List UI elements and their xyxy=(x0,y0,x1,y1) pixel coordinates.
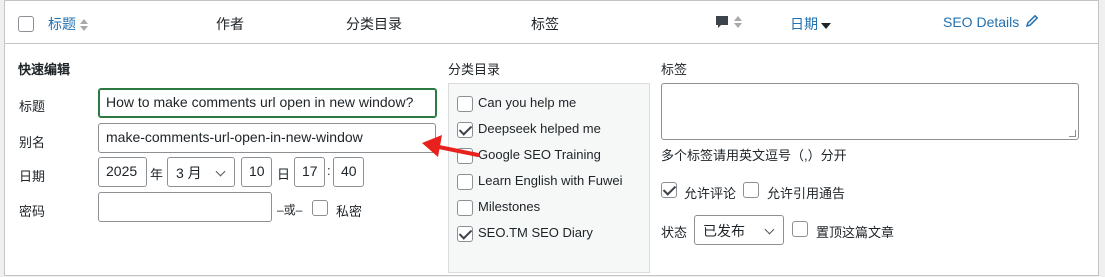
day-unit: 日 xyxy=(277,167,291,182)
categories-label: 分类目录 xyxy=(448,62,501,77)
or-text: –或– xyxy=(277,203,303,217)
year-input[interactable]: 2025 xyxy=(98,157,147,187)
category-checkbox[interactable] xyxy=(457,173,473,190)
table-header: 标题 作者 分类目录 标签 日期 SEO Details xyxy=(5,1,1098,44)
category-item[interactable]: Milestones xyxy=(457,199,540,216)
category-label: Deepseek helped me xyxy=(478,121,601,136)
resize-handle-icon[interactable] xyxy=(1069,130,1076,137)
sticky-label: 置顶这篇文章 xyxy=(816,225,895,240)
category-checkbox[interactable] xyxy=(457,225,473,242)
tags-label: 标签 xyxy=(661,62,688,77)
chevron-down-icon xyxy=(764,224,775,235)
category-checkbox[interactable] xyxy=(457,199,473,216)
date-label: 日期 xyxy=(19,169,46,184)
column-author: 作者 xyxy=(216,16,244,32)
column-date-label[interactable]: 日期 xyxy=(790,16,818,32)
title-label: 标题 xyxy=(19,99,46,114)
sort-icon xyxy=(80,19,88,32)
comment-bubble-icon xyxy=(716,16,728,29)
allow-pings-checkbox[interactable] xyxy=(743,182,759,198)
annotation-arrow-icon xyxy=(422,135,480,157)
category-label: Milestones xyxy=(478,199,541,214)
tags-hint: 多个标签请用英文逗号（,）分开 xyxy=(661,148,847,163)
month-select[interactable]: 3 月 xyxy=(167,157,235,187)
column-title-label[interactable]: 标题 xyxy=(48,16,76,32)
sort-icon xyxy=(734,16,742,29)
allow-comments-checkbox[interactable] xyxy=(661,182,677,198)
private-label: 私密 xyxy=(336,204,363,219)
category-item[interactable]: Learn English with Fuwei xyxy=(457,173,623,190)
category-label: Learn English with Fuwei xyxy=(478,173,623,188)
minute-input[interactable]: 40 xyxy=(333,157,364,187)
month-value: 3 月 xyxy=(176,165,202,181)
select-all-checkbox[interactable] xyxy=(18,16,34,33)
column-tags: 标签 xyxy=(531,16,559,32)
sticky-checkbox[interactable] xyxy=(792,221,808,237)
column-seo-details[interactable]: SEO Details xyxy=(943,14,1039,30)
category-item[interactable]: SEO.TM SEO Diary xyxy=(457,225,593,242)
status-select[interactable]: 已发布 xyxy=(694,215,784,245)
hour-input[interactable]: 17 xyxy=(294,157,325,187)
chevron-down-icon xyxy=(215,166,226,177)
title-input[interactable]: How to make comments url open in new win… xyxy=(98,88,437,118)
slug-input[interactable]: make-comments-url-open-in-new-window xyxy=(98,123,436,153)
time-separator: : xyxy=(327,163,331,178)
category-checkbox[interactable] xyxy=(457,95,473,112)
posts-table: 标题 作者 分类目录 标签 日期 SEO Details 快速编辑 标题 How… xyxy=(4,0,1099,276)
categories-checklist: Can you help me Deepseek helped me Googl… xyxy=(448,83,650,273)
column-seo-label[interactable]: SEO Details xyxy=(943,14,1019,30)
day-input[interactable]: 10 xyxy=(241,157,272,187)
column-title-sort[interactable]: 标题 xyxy=(48,14,88,34)
column-comments-sort[interactable] xyxy=(714,13,742,30)
password-label: 密码 xyxy=(19,204,46,219)
allow-pings-label: 允许引用通告 xyxy=(767,186,846,201)
password-input[interactable] xyxy=(98,192,272,222)
category-label: Can you help me xyxy=(478,95,577,110)
column-date-sort[interactable]: 日期 xyxy=(790,14,831,34)
slug-label: 别名 xyxy=(19,135,46,150)
pencil-icon[interactable] xyxy=(1025,14,1039,28)
quick-edit-heading: 快速编辑 xyxy=(18,62,71,77)
private-checkbox[interactable] xyxy=(312,200,328,216)
year-unit: 年 xyxy=(150,167,164,182)
column-categories: 分类目录 xyxy=(346,16,402,32)
status-label: 状态 xyxy=(661,225,688,240)
sort-desc-icon xyxy=(821,19,831,31)
category-label: SEO.TM SEO Diary xyxy=(478,225,593,240)
category-item[interactable]: Can you help me xyxy=(457,95,576,112)
category-label: Google SEO Training xyxy=(478,147,601,162)
quick-edit-panel: 快速编辑 标题 How to make comments url open in… xyxy=(5,45,1098,277)
status-value: 已发布 xyxy=(703,223,745,239)
tags-textarea[interactable] xyxy=(661,83,1079,140)
allow-comments-label: 允许评论 xyxy=(684,186,737,201)
